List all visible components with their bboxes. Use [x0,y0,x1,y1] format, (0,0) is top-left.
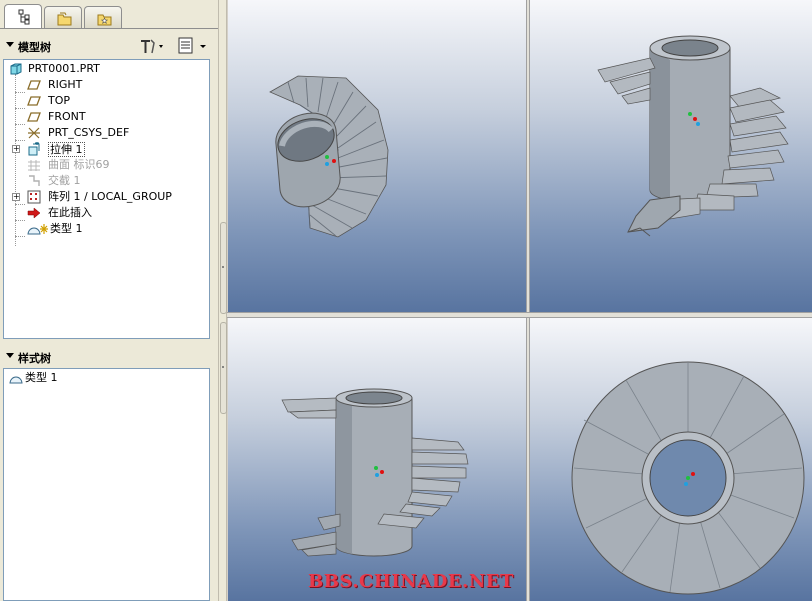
surface-icon [28,160,40,171]
tree-item-label: 曲面 标识69 [48,158,110,171]
model-top-view [269,75,389,238]
style-tree-title: 样式树 [18,352,51,365]
watermark-text: BBS.CHINADE.NET [308,571,514,592]
show-menu-button[interactable] [176,37,210,55]
tab-divider [0,28,218,29]
tree-item-style-type[interactable]: 类型 1 [6,221,206,237]
tree-item-label: PRT0001.PRT [28,62,100,75]
tab-folder-browser[interactable] [44,6,82,28]
tree-item-part[interactable]: PRT0001.PRT [6,61,206,77]
datum-plane-icon [27,80,41,90]
model-tree-icon [18,9,30,25]
tree-item-front-plane[interactable]: FRONT [6,109,206,125]
tree-item-surface[interactable]: 曲面 标识69 [6,157,206,173]
tree-item-right-plane[interactable]: RIGHT [6,77,206,93]
tree-item-label: 拉伸 1 [48,142,85,157]
datum-plane-icon [27,96,41,106]
viewport-bottom-left[interactable] [228,318,526,601]
tree-item-intersect[interactable]: 交截 1 [6,173,206,189]
tree-item-insert-here[interactable]: 在此插入 [6,205,206,221]
spark-icon [40,224,48,234]
style-tree: 类型 1 [3,368,210,601]
coordinate-system-icon [28,127,40,139]
model-tree-title: 模型树 [18,41,51,54]
navigator-panel: 模型树 PRT0001.PRT RIGHT TOP FRONT PRT_CSYS… [0,0,218,601]
folder-icon [57,12,72,26]
datum-plane-icon [27,112,41,122]
viewport-top-left[interactable] [228,0,526,312]
intersect-icon [29,175,40,186]
tree-item-extrude[interactable]: + 拉伸 1 [6,141,206,157]
expand-icon[interactable]: + [12,145,20,153]
extrude-icon [28,142,40,156]
style-surface-icon [9,376,23,384]
model-front-view [281,388,469,557]
tools-icon [141,39,163,54]
settings-tools-button[interactable] [138,37,166,55]
tab-favorites[interactable] [84,6,122,28]
tree-item-label: FRONT [48,110,86,123]
tree-item-label: 交截 1 [48,174,81,187]
tree-item-pattern[interactable]: + 阵列 1 / LOCAL_GROUP [6,189,206,205]
viewport-top-right[interactable] [530,0,812,312]
tree-item-label: 类型 1 [50,222,83,235]
tree-item-label: TOP [48,94,71,107]
tree-item-label: 阵列 1 / LOCAL_GROUP [48,190,172,203]
favorites-icon [97,14,112,26]
style-tree-item[interactable]: 类型 1 [6,370,206,386]
tree-item-top-plane[interactable]: TOP [6,93,206,109]
tree-item-label: 在此插入 [48,206,92,219]
model-tree-header: 模型树 [4,37,212,55]
tree-item-label: RIGHT [48,78,83,91]
part-icon [10,63,22,75]
panel-splitter[interactable] [218,0,227,601]
insert-arrow-icon [27,207,41,219]
tree-item-label: PRT_CSYS_DEF [48,126,130,139]
collapse-arrow-icon[interactable] [6,353,14,358]
splitter-grip[interactable] [220,222,227,314]
model-iso-view [597,35,789,237]
viewport-divider-vertical[interactable] [526,0,530,601]
list-icon [178,37,206,54]
model-plan-view [571,361,805,595]
splitter-grip[interactable] [220,322,227,414]
model-tree: PRT0001.PRT RIGHT TOP FRONT PRT_CSYS_DEF… [3,59,210,339]
tree-item-csys[interactable]: PRT_CSYS_DEF [6,125,206,141]
pattern-icon [27,190,41,204]
viewport-divider-horizontal[interactable] [227,312,812,318]
collapse-arrow-icon[interactable] [6,42,14,47]
tab-model-tree[interactable] [4,4,42,29]
viewport-bottom-right[interactable] [530,318,812,601]
style-tree-header: 样式树 [4,348,212,366]
expand-icon[interactable]: + [12,193,20,201]
tree-item-label: 类型 1 [25,371,58,384]
